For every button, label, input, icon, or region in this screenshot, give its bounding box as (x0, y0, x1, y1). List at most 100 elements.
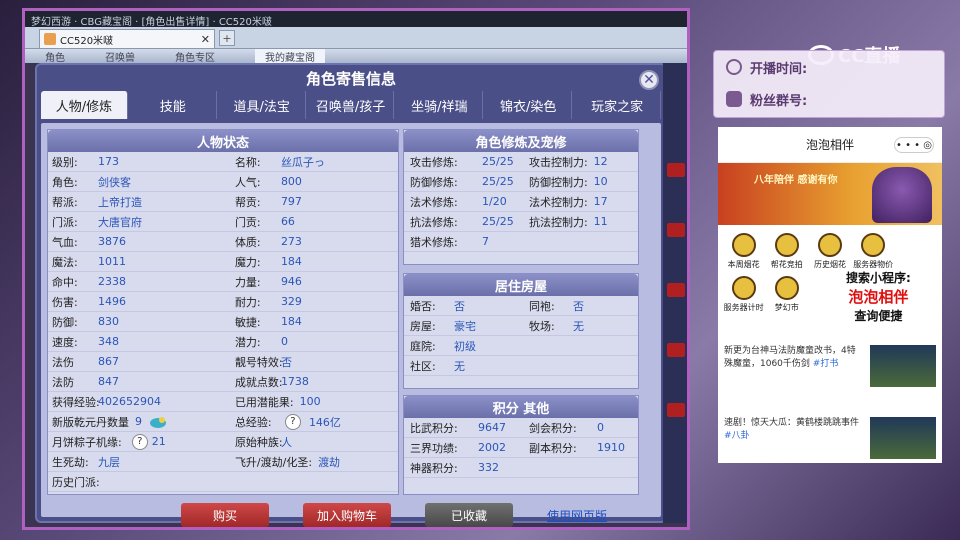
tab-character[interactable]: 人物/修炼 (41, 91, 128, 119)
stat-value: 丝瓜子っ (280, 155, 325, 169)
stat-value: 九层 (98, 455, 120, 469)
stat-label: 社区: (410, 359, 436, 373)
feature-grid-item[interactable]: 历史烟花 (808, 233, 851, 270)
stat-cell: 速度: 348 (48, 334, 235, 350)
close-icon[interactable]: ✕ (201, 33, 210, 46)
stat-row: 房屋: 豪宅 牧场: 无 (404, 316, 638, 336)
news-text: 新更为台神马法防魔童改书，4特殊魔童，1060千伤剑 #打书 (724, 345, 864, 387)
stat-label: 剑会积分: (528, 421, 577, 435)
list-item[interactable] (667, 163, 685, 177)
news-item[interactable]: 新更为台神马法防魔童改书，4特殊魔童，1060千伤剑 #打书 (724, 345, 936, 387)
feature-grid-item[interactable]: 服务器物价 (852, 233, 895, 270)
stat-label: 伤害: (52, 295, 78, 309)
character-status-panel: 人物状态 级别: 173 名称: 丝瓜子っ 角色: 剑侠客 人气: 800 帮派: 上帝打造 帮贡:… (47, 129, 399, 495)
stat-row: 获得经验: 402652904 已用潜能果: 100 (48, 392, 398, 412)
list-item[interactable] (667, 343, 685, 357)
stat-cell: 月饼粽子机缘:? 21 (48, 433, 235, 450)
promo-text: 搜索小程序: 泡泡相伴 查询便捷 (846, 269, 911, 324)
stat-cell: 历史门派: (48, 474, 235, 490)
stat-cell: 婚否: 否 (404, 298, 529, 314)
stat-label: 飞升/渡劫/化圣: (234, 455, 313, 469)
new-tab-button[interactable]: + (219, 30, 235, 46)
favorited-button[interactable]: 已收藏 (425, 503, 513, 527)
open-time-row: 开播时间: (714, 51, 944, 83)
feature-icon (774, 233, 799, 257)
stat-label: 力量: (234, 275, 261, 289)
stat-cell: 命中: 2338 (48, 274, 235, 290)
promo-app-name: 泡泡相伴 (848, 288, 909, 306)
buy-button[interactable]: 购买 (181, 503, 269, 527)
feature-icon (731, 276, 756, 300)
stat-value: 946 (280, 275, 302, 288)
feature-grid-item[interactable]: 帮花竞拍 (765, 233, 808, 270)
tab-outfits[interactable]: 锦衣/染色 (485, 91, 573, 119)
stat-cell: 副本积分: 1910 (529, 440, 638, 456)
stat-row: 气血: 3876 体质: 273 (48, 232, 398, 252)
stat-cell: 已用潜能果: 100 (235, 394, 398, 410)
stat-label: 历史门派: (52, 475, 100, 489)
stat-value: 800 (280, 175, 302, 188)
role-sale-dialog: 角色寄售信息 ✕ 人物/修炼 技能 道具/法宝 召唤兽/孩子 坐骑/祥瑞 锦衣/… (35, 63, 667, 527)
stat-label: 生死劫: (52, 455, 89, 469)
stat-cell: 敏捷: 184 (235, 314, 398, 330)
help-icon[interactable]: ? (131, 433, 148, 450)
tab-items[interactable]: 道具/法宝 (219, 91, 306, 119)
feature-icon (774, 276, 799, 300)
page-nav-item[interactable]: 我的藏宝阁 (255, 49, 325, 63)
list-item[interactable] (667, 283, 685, 297)
stat-cell: 法伤 867 (48, 354, 235, 370)
stat-value: 1738 (280, 375, 309, 388)
news-item[interactable]: 速剧！惊天大瓜：黄鹤楼跳跳事件 #八卦 (724, 417, 936, 459)
feature-grid-item[interactable]: 梦幻市 (765, 276, 808, 313)
stat-cell: 法术修炼: 1/20 (404, 194, 529, 210)
tab-home[interactable]: 玩家之家 (574, 91, 662, 119)
favicon-icon (44, 33, 56, 45)
news-tag[interactable]: #八卦 (724, 431, 750, 441)
help-icon[interactable]: ? (284, 413, 301, 430)
feature-grid-item[interactable]: 服务器计时 (722, 276, 765, 313)
feature-icon (861, 233, 886, 257)
stat-cell: 庭院: 初级 (404, 338, 529, 354)
mini-app-banner[interactable]: 八年陪伴 感谢有你 (718, 163, 942, 225)
stat-row: 生死劫: 九层 飞升/渡劫/化圣: 渡劫 (48, 452, 398, 472)
stat-cell: 生死劫: 九层 (48, 454, 235, 470)
stat-row: 帮派: 上帝打造 帮贡: 797 (48, 192, 398, 212)
web-version-link[interactable]: 使用网页版 (547, 507, 607, 524)
stat-cell: 气血: 3876 (48, 234, 235, 250)
add-to-cart-button[interactable]: 加入购物车 (303, 503, 391, 527)
news-tag[interactable]: #打书 (813, 359, 839, 369)
stat-label: 法伤 (52, 355, 74, 369)
feature-label: 服务器计时 (723, 303, 764, 312)
list-item[interactable] (667, 223, 685, 237)
tab-pets[interactable]: 召唤兽/孩子 (308, 91, 395, 119)
list-item[interactable] (667, 403, 685, 417)
feature-grid-item[interactable]: 本周烟花 (722, 233, 765, 270)
promo-line: 搜索小程序: (846, 271, 911, 285)
stat-value: 剑侠客 (98, 175, 131, 189)
browser-tab[interactable]: CC520米啵 ✕ (39, 29, 215, 48)
stat-value: 上帝打造 (98, 195, 142, 209)
open-time-label: 开播时间: (750, 61, 808, 77)
feature-icon (817, 233, 842, 257)
tab-mounts[interactable]: 坐骑/祥瑞 (396, 91, 484, 119)
close-icon[interactable]: ✕ (639, 70, 659, 90)
page-nav-item[interactable]: 角色 (45, 49, 65, 63)
app-titlebar: 梦幻西游 · CBG藏宝阁 · [角色出售详情] · CC520米啵 (25, 11, 687, 27)
stat-label: 新版乾元丹数量 (52, 415, 129, 429)
stat-value: 否 (454, 299, 465, 313)
stat-cell: 社区: 无 (404, 358, 529, 374)
tab-skills[interactable]: 技能 (130, 91, 217, 119)
page-nav-item[interactable]: 角色专区 (175, 49, 215, 63)
stat-row: 门派: 大唐官府 门贡: 66 (48, 212, 398, 232)
stat-value: 9647 (478, 421, 506, 434)
stat-row: 猎术修炼: 7 (404, 232, 638, 252)
page-nav-item[interactable]: 召唤兽 (105, 49, 135, 63)
stat-cell: 魔法: 1011 (48, 254, 235, 270)
stat-row: 防御修炼: 25/25 防御控制力: 10 (404, 172, 638, 192)
stat-cell: 新版乾元丹数量 9 (48, 414, 235, 430)
stat-cell: 房屋: 豪宅 (404, 318, 529, 334)
mini-app-menu-icon[interactable]: • • • ◎ (894, 137, 934, 153)
stat-label: 门贡: (234, 215, 261, 229)
mini-app-ad: 泡泡相伴 • • • ◎ 八年陪伴 感谢有你 本周烟花 帮花竞拍 历史烟花 服务器物价… (718, 127, 942, 463)
stat-cell: 原始种族: 人 (235, 434, 398, 450)
